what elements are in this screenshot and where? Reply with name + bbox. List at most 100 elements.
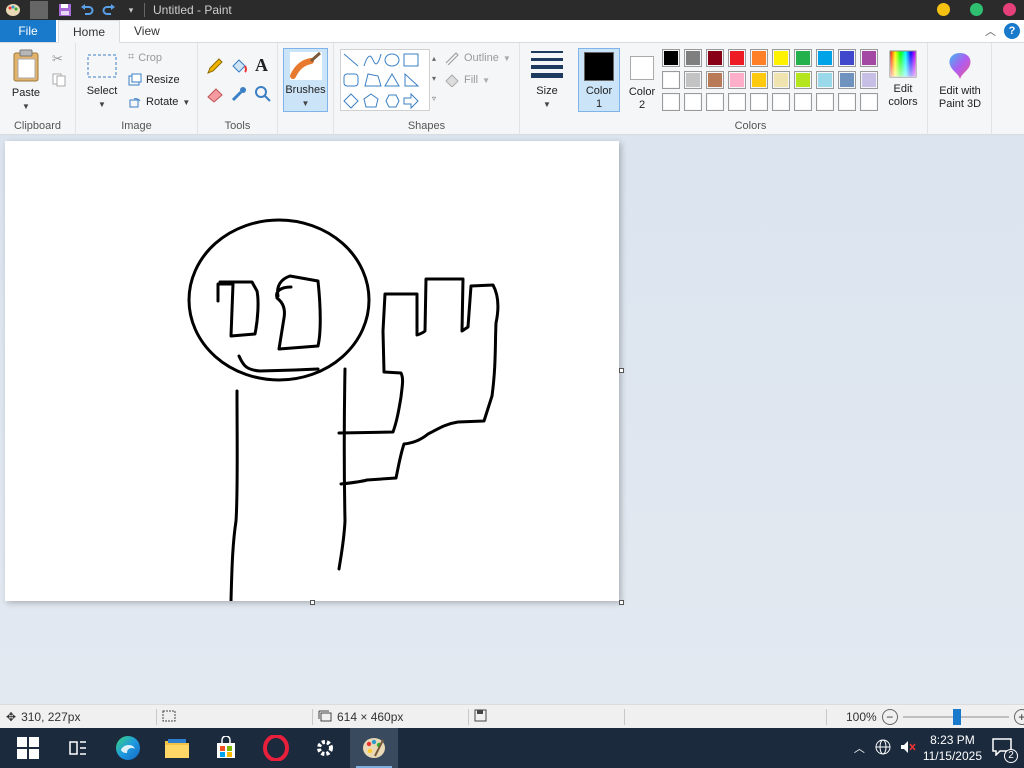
resize-handle-corner[interactable] — [619, 600, 624, 605]
palette-swatch[interactable] — [728, 71, 746, 89]
taskbar-file-explorer[interactable] — [153, 728, 201, 768]
magnifier-icon[interactable] — [254, 85, 272, 106]
shape-line-icon[interactable] — [343, 53, 359, 67]
edit-colors-button[interactable]: Edit colors — [882, 49, 924, 109]
crop-button[interactable]: ⌗ Crop — [128, 51, 162, 64]
palette-swatch[interactable] — [728, 49, 746, 67]
palette-swatch[interactable] — [750, 49, 768, 67]
shape-right-triangle-icon[interactable] — [404, 72, 420, 87]
size-button[interactable]: Size ▼ — [526, 49, 568, 111]
fill-bucket-icon[interactable] — [230, 57, 248, 78]
shape-diamond-icon[interactable] — [343, 93, 359, 109]
maximize-button[interactable] — [970, 3, 983, 16]
zoom-slider-thumb[interactable] — [952, 709, 961, 725]
palette-swatch[interactable] — [684, 71, 702, 89]
shape-polygon-icon[interactable] — [364, 73, 382, 87]
resize-handle-right[interactable] — [619, 368, 624, 373]
shape-arrow-icon[interactable] — [403, 92, 419, 110]
show-hidden-icons-icon[interactable]: ︿ — [854, 740, 865, 756]
clock[interactable]: 8:23 PM 11/15/2025 — [923, 732, 982, 764]
rotate-button[interactable]: Rotate ▼ — [128, 95, 190, 109]
palette-swatch[interactable] — [684, 93, 702, 111]
chevron-down-icon: ▼ — [482, 75, 490, 85]
shapes-scroll[interactable]: ▴ ▾ ▿ — [430, 49, 438, 111]
shape-rectangle-icon[interactable] — [403, 53, 419, 67]
palette-swatch[interactable] — [816, 49, 834, 67]
color-picker-icon[interactable] — [230, 85, 248, 106]
help-icon[interactable]: ? — [1004, 23, 1020, 39]
shape-oval-icon[interactable] — [384, 53, 400, 67]
collapse-ribbon-icon[interactable]: ︿ — [985, 23, 996, 39]
taskbar-edge[interactable] — [104, 728, 152, 768]
palette-swatch[interactable] — [860, 49, 878, 67]
palette-swatch[interactable] — [750, 93, 768, 111]
pencil-icon[interactable] — [206, 57, 224, 78]
copy-icon[interactable] — [52, 73, 66, 90]
palette-swatch[interactable] — [728, 93, 746, 111]
shape-triangle-icon[interactable] — [384, 73, 400, 87]
palette-swatch[interactable] — [662, 93, 680, 111]
palette-swatch[interactable] — [838, 93, 856, 111]
eraser-icon[interactable] — [206, 85, 224, 106]
minimize-button[interactable] — [937, 3, 950, 16]
taskbar-settings[interactable] — [301, 728, 349, 768]
palette-swatch[interactable] — [706, 93, 724, 111]
palette-swatch[interactable] — [772, 71, 790, 89]
notifications-button[interactable]: 2 — [992, 737, 1018, 763]
zoom-slider[interactable] — [902, 709, 1009, 725]
cut-icon[interactable]: ✂ — [52, 51, 63, 67]
crop-label: Crop — [138, 51, 163, 64]
save-icon[interactable] — [56, 1, 74, 19]
paste-button[interactable]: Paste ▼ — [6, 49, 46, 113]
color2-button[interactable]: Color 2 — [622, 48, 662, 112]
shape-hexagon-icon[interactable] — [385, 94, 400, 108]
text-tool-icon[interactable]: A — [255, 55, 268, 76]
fill-button[interactable]: Fill ▼ — [444, 73, 490, 87]
task-view-button[interactable] — [54, 728, 102, 768]
palette-swatch[interactable] — [860, 93, 878, 111]
redo-icon[interactable] — [100, 1, 118, 19]
paint-app-icon[interactable] — [4, 1, 22, 19]
undo-icon[interactable] — [78, 1, 96, 19]
taskbar-paint[interactable] — [350, 728, 398, 768]
shape-pentagon-icon[interactable] — [363, 93, 379, 108]
customize-quick-access-icon[interactable]: ▾ — [122, 1, 140, 19]
brushes-button[interactable]: Brushes ▼ — [283, 48, 328, 112]
taskbar-opera[interactable] — [252, 728, 300, 768]
palette-swatch[interactable] — [772, 49, 790, 67]
palette-swatch[interactable] — [794, 49, 812, 67]
edit-with-paint3d-button[interactable]: Edit with Paint 3D — [932, 51, 988, 111]
shape-rounded-rectangle-icon[interactable] — [343, 73, 359, 87]
outline-button[interactable]: Outline ▼ — [444, 51, 511, 65]
palette-swatch[interactable] — [772, 93, 790, 111]
palette-swatch[interactable] — [794, 93, 812, 111]
taskbar-store[interactable] — [202, 728, 250, 768]
tab-home[interactable]: Home — [58, 20, 121, 43]
palette-swatch[interactable] — [662, 49, 680, 67]
volume-muted-icon[interactable] — [899, 739, 917, 758]
palette-swatch[interactable] — [750, 71, 768, 89]
zoom-in-button[interactable]: + — [1013, 709, 1024, 725]
palette-swatch[interactable] — [838, 49, 856, 67]
color1-button[interactable]: Color 1 — [578, 48, 620, 112]
resize-button[interactable]: Resize — [128, 73, 180, 87]
network-icon[interactable] — [875, 739, 891, 758]
tab-view[interactable]: View — [120, 20, 174, 42]
drawing-canvas[interactable] — [5, 141, 619, 601]
palette-swatch[interactable] — [662, 71, 680, 89]
tab-file[interactable]: File — [0, 20, 56, 42]
palette-swatch[interactable] — [706, 49, 724, 67]
zoom-out-button[interactable]: − — [881, 709, 898, 725]
palette-swatch[interactable] — [794, 71, 812, 89]
palette-swatch[interactable] — [838, 71, 856, 89]
palette-swatch[interactable] — [816, 71, 834, 89]
palette-swatch[interactable] — [860, 71, 878, 89]
close-button[interactable] — [1003, 3, 1016, 16]
resize-handle-bottom[interactable] — [310, 600, 315, 605]
shape-curve-icon[interactable] — [363, 53, 382, 67]
start-button[interactable] — [4, 728, 52, 768]
palette-swatch[interactable] — [684, 49, 702, 67]
palette-swatch[interactable] — [816, 93, 834, 111]
select-button[interactable]: Select ▼ — [82, 53, 122, 111]
palette-swatch[interactable] — [706, 71, 724, 89]
